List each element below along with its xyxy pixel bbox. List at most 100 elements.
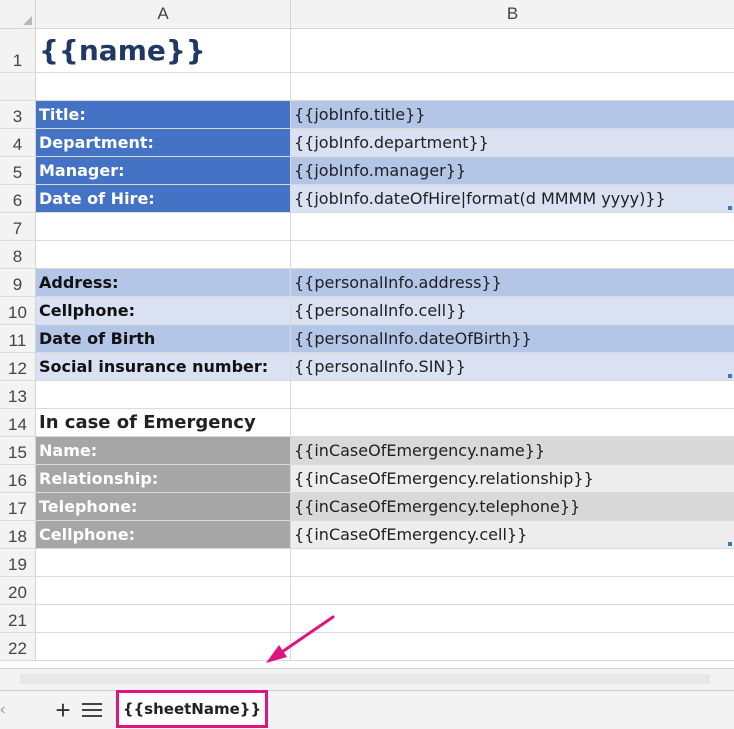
- cell-a16[interactable]: Relationship:: [36, 465, 291, 492]
- table-row: 16 Relationship: {{inCaseOfEmergency.rel…: [0, 465, 734, 493]
- row-header[interactable]: 20: [0, 577, 36, 604]
- table-row: 20: [0, 577, 734, 605]
- row-header[interactable]: 5: [0, 157, 36, 184]
- cell-a11[interactable]: Date of Birth: [36, 325, 291, 352]
- table-row: 3 Title: {{jobInfo.title}}: [0, 101, 734, 129]
- cell-a9[interactable]: Address:: [36, 269, 291, 296]
- table-row: 12 Social insurance number: {{personalIn…: [0, 353, 734, 381]
- cell-b6[interactable]: {{jobInfo.dateOfHire|format(d MMMM yyyy)…: [291, 185, 734, 212]
- table-row: 11 Date of Birth {{personalInfo.dateOfBi…: [0, 325, 734, 353]
- row-header[interactable]: 3: [0, 101, 36, 128]
- table-row: 4 Department: {{jobInfo.department}}: [0, 129, 734, 157]
- cell-b11[interactable]: {{personalInfo.dateOfBirth}}: [291, 325, 734, 352]
- cell-a19[interactable]: [36, 549, 291, 576]
- row-header[interactable]: 15: [0, 437, 36, 464]
- column-header-b[interactable]: B: [291, 0, 734, 28]
- row-header[interactable]: 7: [0, 213, 36, 240]
- table-row: 17 Telephone: {{inCaseOfEmergency.teleph…: [0, 493, 734, 521]
- cell-b14[interactable]: [291, 409, 734, 436]
- cell-b22[interactable]: [291, 633, 734, 660]
- row-header[interactable]: 19: [0, 549, 36, 576]
- cell-b16[interactable]: {{inCaseOfEmergency.relationship}}: [291, 465, 734, 492]
- row-header[interactable]: 18: [0, 521, 36, 548]
- cell-a2[interactable]: [36, 73, 291, 100]
- cell-b18-text: {{inCaseOfEmergency.cell}}: [294, 525, 528, 544]
- row-header[interactable]: 13: [0, 381, 36, 408]
- row-header[interactable]: 11: [0, 325, 36, 352]
- table-row: 6 Date of Hire: {{jobInfo.dateOfHire|for…: [0, 185, 734, 213]
- row-header[interactable]: 10: [0, 297, 36, 324]
- table-row: 5 Manager: {{jobInfo.manager}}: [0, 157, 734, 185]
- row-header[interactable]: 22: [0, 633, 36, 660]
- cell-a18[interactable]: Cellphone:: [36, 521, 291, 548]
- cell-a20[interactable]: [36, 577, 291, 604]
- cell-b13[interactable]: [291, 381, 734, 408]
- cell-b18[interactable]: {{inCaseOfEmergency.cell}}: [291, 521, 734, 548]
- cell-a6[interactable]: Date of Hire:: [36, 185, 291, 212]
- row-header[interactable]: 1: [0, 29, 36, 72]
- table-resize-handle-icon[interactable]: [728, 542, 732, 546]
- cell-a21[interactable]: [36, 605, 291, 632]
- cell-a12[interactable]: Social insurance number:: [36, 353, 291, 380]
- scrollbar-thumb[interactable]: [20, 674, 710, 684]
- table-row: 9 Address: {{personalInfo.address}}: [0, 269, 734, 297]
- row-header[interactable]: [0, 73, 36, 100]
- cell-b15[interactable]: {{inCaseOfEmergency.name}}: [291, 437, 734, 464]
- table-resize-handle-icon[interactable]: [728, 374, 732, 378]
- cell-a3[interactable]: Title:: [36, 101, 291, 128]
- spreadsheet-grid: A B 1 {{name}} 3 Title: {{jobInfo.title}…: [0, 0, 734, 690]
- table-row: 22: [0, 633, 734, 661]
- cell-b17[interactable]: {{inCaseOfEmergency.telephone}}: [291, 493, 734, 520]
- cell-b10[interactable]: {{personalInfo.cell}}: [291, 297, 734, 324]
- table-row: 1 {{name}}: [0, 29, 734, 73]
- cell-b12[interactable]: {{personalInfo.SIN}}: [291, 353, 734, 380]
- cell-a5[interactable]: Manager:: [36, 157, 291, 184]
- table-row: 13: [0, 381, 734, 409]
- cell-b1[interactable]: [291, 29, 734, 72]
- row-header[interactable]: 6: [0, 185, 36, 212]
- select-all-corner[interactable]: [0, 0, 36, 28]
- column-header-a[interactable]: A: [36, 0, 291, 28]
- chevron-left-icon[interactable]: ‹: [0, 701, 10, 719]
- cell-a14[interactable]: In case of Emergency: [36, 409, 291, 436]
- cell-b5[interactable]: {{jobInfo.manager}}: [291, 157, 734, 184]
- row-header[interactable]: 9: [0, 269, 36, 296]
- cell-b4[interactable]: {{jobInfo.department}}: [291, 129, 734, 156]
- row-header[interactable]: 12: [0, 353, 36, 380]
- row-header[interactable]: 8: [0, 241, 36, 268]
- add-sheet-button[interactable]: +: [52, 695, 74, 725]
- cell-a4[interactable]: Department:: [36, 129, 291, 156]
- cell-b7[interactable]: [291, 213, 734, 240]
- table-row: 15 Name: {{inCaseOfEmergency.name}}: [0, 437, 734, 465]
- row-header[interactable]: 21: [0, 605, 36, 632]
- row-header[interactable]: 14: [0, 409, 36, 436]
- cell-a10[interactable]: Cellphone:: [36, 297, 291, 324]
- cell-a15[interactable]: Name:: [36, 437, 291, 464]
- cell-a1[interactable]: {{name}}: [36, 29, 291, 72]
- cell-a17[interactable]: Telephone:: [36, 493, 291, 520]
- cell-b20[interactable]: [291, 577, 734, 604]
- cell-a7[interactable]: [36, 213, 291, 240]
- table-row: 14 In case of Emergency: [0, 409, 734, 437]
- cell-b19[interactable]: [291, 549, 734, 576]
- row-header[interactable]: 17: [0, 493, 36, 520]
- cell-b8[interactable]: [291, 241, 734, 268]
- cell-b3[interactable]: {{jobInfo.title}}: [291, 101, 734, 128]
- cell-b21[interactable]: [291, 605, 734, 632]
- rows-container: 1 {{name}} 3 Title: {{jobInfo.title}} 4 …: [0, 29, 734, 661]
- sheet-tab-bar: ‹ +: [0, 690, 734, 729]
- cell-a22[interactable]: [36, 633, 291, 660]
- cell-a13[interactable]: [36, 381, 291, 408]
- all-sheets-menu-icon[interactable]: [82, 699, 102, 721]
- cell-b2[interactable]: [291, 73, 734, 100]
- sheet-tab[interactable]: {{sheetName}}: [116, 690, 268, 728]
- table-row: 19: [0, 549, 734, 577]
- cell-a8[interactable]: [36, 241, 291, 268]
- cell-b9[interactable]: {{personalInfo.address}}: [291, 269, 734, 296]
- cell-b12-text: {{personalInfo.SIN}}: [294, 357, 466, 376]
- table-row: 21: [0, 605, 734, 633]
- row-header[interactable]: 16: [0, 465, 36, 492]
- horizontal-scrollbar[interactable]: [0, 668, 734, 690]
- row-header[interactable]: 4: [0, 129, 36, 156]
- table-resize-handle-icon[interactable]: [728, 206, 732, 210]
